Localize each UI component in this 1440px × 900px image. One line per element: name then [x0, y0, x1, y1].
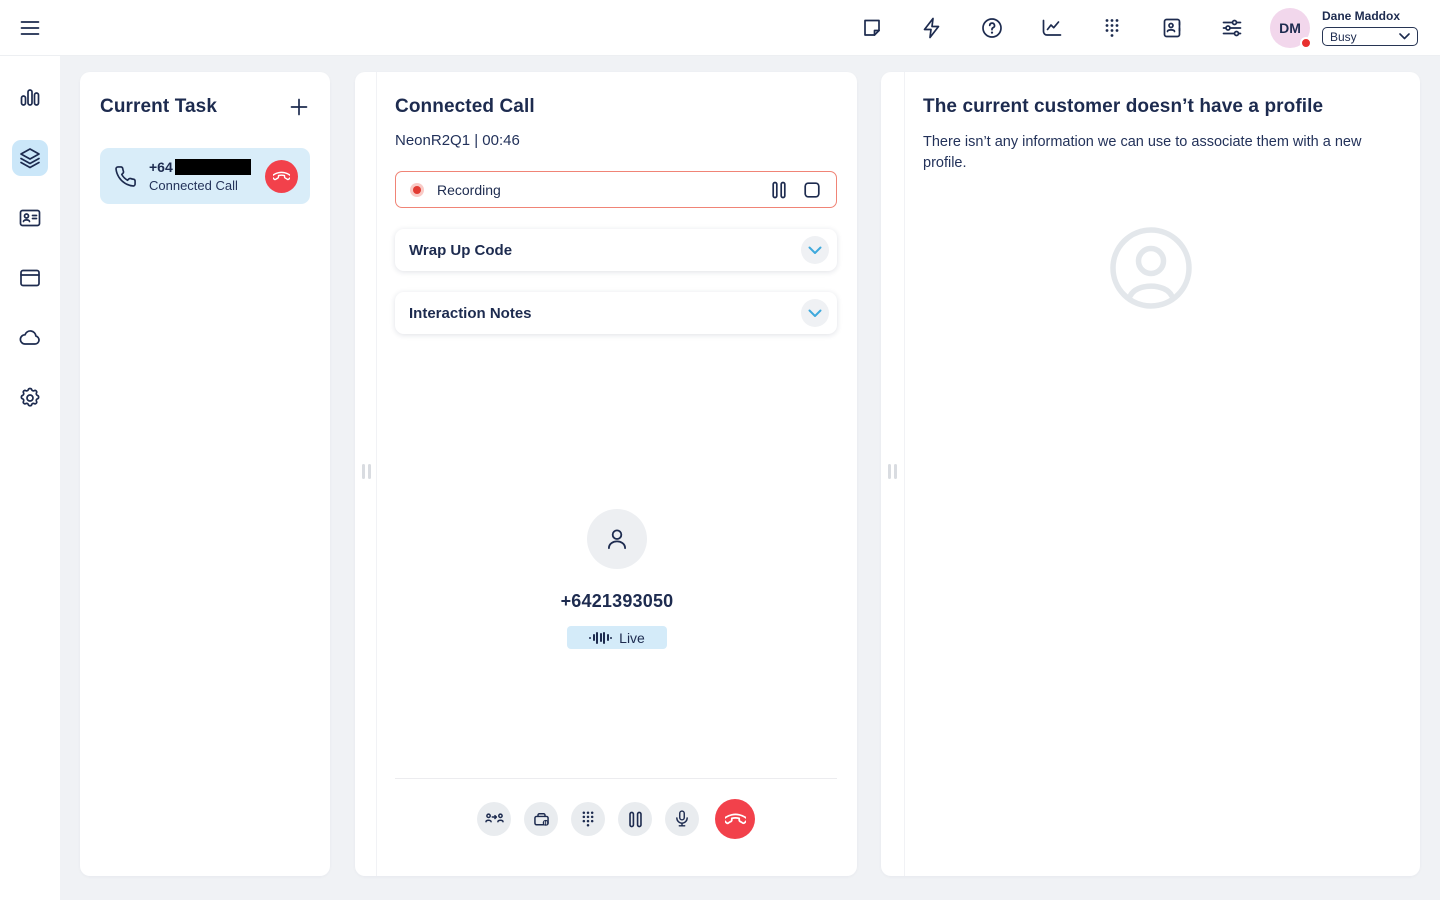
dialpad-icon[interactable]	[1100, 16, 1124, 40]
hold-icon	[627, 810, 644, 829]
queue-name: NeonR2Q1	[395, 132, 470, 149]
status-select[interactable]: Busy	[1322, 27, 1418, 46]
call-party-block: +6421393050 Live	[377, 509, 857, 649]
sidebar-item-contacts[interactable]	[12, 200, 48, 236]
mute-button[interactable]	[665, 802, 699, 836]
call-title: Connected Call	[395, 96, 837, 118]
no-profile-subtitle: There isn’t any information we can use t…	[923, 132, 1390, 174]
sidebar-item-settings[interactable]	[12, 380, 48, 416]
task-card[interactable]: +64 Connected Call	[100, 148, 310, 204]
contacts-icon[interactable]	[1160, 16, 1184, 40]
call-panel: Connected Call NeonR2Q1 | 00:46 Recordin…	[355, 72, 857, 876]
call-controls-zone	[395, 778, 837, 876]
interaction-notes-label: Interaction Notes	[409, 305, 532, 322]
top-bar: DM Dane Maddox Busy	[0, 0, 1440, 56]
call-subtitle: NeonR2Q1 | 00:46	[395, 132, 837, 149]
settings-icon	[18, 386, 42, 410]
left-rail	[0, 56, 60, 900]
contact-card-icon	[18, 206, 42, 230]
task-state-label: Connected Call	[149, 178, 265, 193]
caller-avatar	[587, 509, 647, 569]
sliders-icon[interactable]	[1220, 16, 1244, 40]
dialpad-icon	[578, 809, 598, 829]
phone-icon	[114, 165, 137, 188]
chart-icon[interactable]	[1040, 16, 1064, 40]
stop-recording-button[interactable]	[802, 180, 822, 200]
expand-notes-button[interactable]	[801, 299, 829, 327]
caller-phone-number: +6421393050	[561, 591, 674, 612]
browser-icon	[18, 266, 42, 290]
stop-icon	[802, 180, 822, 200]
panel-resize-splitter[interactable]	[881, 72, 905, 876]
task-hangup-button[interactable]	[265, 160, 298, 193]
subtitle-separator: |	[474, 132, 478, 149]
hangup-icon	[273, 168, 290, 185]
pause-icon	[770, 180, 788, 200]
busy-status-dot	[1300, 37, 1312, 49]
customer-profile-panel: The current customer doesn’t have a prof…	[881, 72, 1420, 876]
hold-button[interactable]	[618, 802, 652, 836]
live-label: Live	[619, 630, 645, 646]
recording-dot-icon	[410, 183, 424, 197]
waveform-icon	[589, 632, 612, 644]
current-task-title: Current Task	[100, 96, 217, 118]
plus-icon	[288, 96, 310, 118]
help-icon[interactable]	[980, 16, 1004, 40]
chevron-down-icon	[808, 309, 822, 318]
hangup-icon	[725, 809, 746, 830]
call-timer: 00:46	[482, 132, 520, 149]
empty-profile-icon	[1109, 226, 1193, 310]
transfer-icon	[484, 809, 505, 830]
live-badge: Live	[567, 626, 667, 649]
panel-resize-splitter[interactable]	[355, 72, 377, 876]
task-number-prefix: +64	[149, 159, 173, 175]
recorder-icon	[531, 809, 552, 830]
pause-recording-button[interactable]	[770, 180, 788, 200]
chevron-down-icon	[808, 246, 822, 255]
avatar[interactable]: DM	[1270, 8, 1310, 48]
menu-icon[interactable]	[0, 16, 60, 40]
avatar-initials: DM	[1279, 20, 1301, 36]
sidebar-item-dashboard[interactable]	[12, 80, 48, 116]
wrap-up-code-label: Wrap Up Code	[409, 242, 512, 259]
add-task-button[interactable]	[288, 96, 310, 118]
recording-label: Recording	[437, 182, 501, 198]
expand-wrap-up-button[interactable]	[801, 236, 829, 264]
bar-chart-icon	[18, 86, 42, 110]
no-profile-title: The current customer doesn’t have a prof…	[923, 96, 1390, 118]
wrap-up-code-section[interactable]: Wrap Up Code	[395, 229, 837, 271]
lightning-icon[interactable]	[920, 16, 944, 40]
status-select-value: Busy	[1330, 30, 1357, 44]
mute-icon	[672, 809, 692, 829]
user-name: Dane Maddox	[1322, 9, 1418, 23]
redacted-number	[175, 159, 251, 175]
recorder-button[interactable]	[524, 802, 558, 836]
chevron-down-icon	[1399, 33, 1410, 40]
current-task-panel: Current Task +64 Connected Call	[80, 72, 330, 876]
transfer-button[interactable]	[477, 802, 511, 836]
sidebar-item-browser[interactable]	[12, 260, 48, 296]
sidebar-item-tasks[interactable]	[12, 140, 48, 176]
interaction-notes-section[interactable]: Interaction Notes	[395, 292, 837, 334]
note-icon[interactable]	[860, 16, 884, 40]
dialpad-button[interactable]	[571, 802, 605, 836]
cloud-icon	[18, 326, 42, 350]
drag-handle-icon	[888, 464, 897, 479]
hangup-button[interactable]	[715, 799, 755, 839]
drag-handle-icon	[362, 464, 371, 479]
layers-icon	[18, 146, 42, 170]
recording-banner: Recording	[395, 171, 837, 208]
person-icon	[603, 525, 631, 553]
sidebar-item-cloud[interactable]	[12, 320, 48, 356]
